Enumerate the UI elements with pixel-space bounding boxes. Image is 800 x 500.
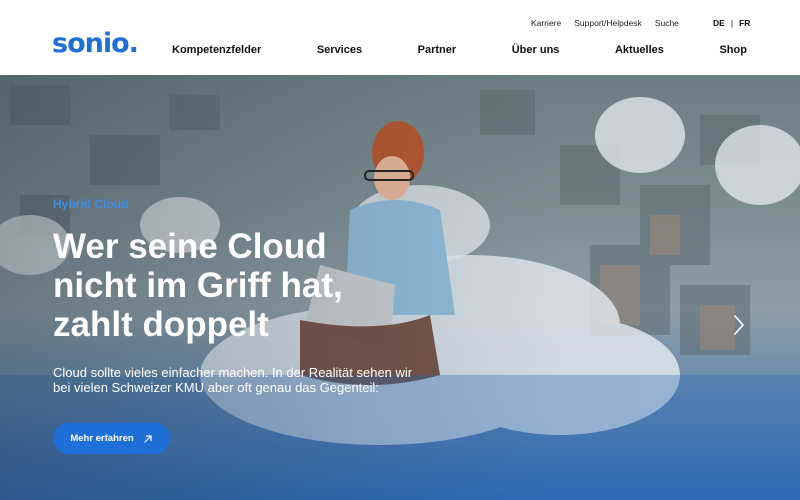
mehr-erfahren-button[interactable]: Mehr erfahren bbox=[53, 423, 170, 454]
hero-banner: Hybrid Cloud Wer seine Cloud nicht im Gr… bbox=[0, 75, 800, 500]
lang-fr[interactable]: FR bbox=[739, 18, 750, 28]
nav-shop[interactable]: Shop bbox=[719, 44, 747, 56]
hero-headline: Wer seine Cloud nicht im Griff hat, zahl… bbox=[53, 227, 413, 344]
sonio-logo[interactable]: sonio. bbox=[52, 28, 139, 59]
hero-eyebrow: Hybrid Cloud bbox=[53, 197, 129, 211]
headline-line-1: Wer seine Cloud bbox=[53, 227, 327, 266]
lang-de[interactable]: DE bbox=[713, 18, 725, 28]
chevron-right-icon[interactable] bbox=[730, 313, 748, 337]
lang-separator: | bbox=[730, 18, 734, 28]
language-switcher: DE | FR bbox=[713, 18, 750, 28]
headline-line-2: nicht im Griff hat, bbox=[53, 266, 343, 305]
cta-label: Mehr erfahren bbox=[70, 433, 134, 444]
util-link-suche[interactable]: Suche bbox=[655, 18, 679, 28]
nav-kompetenzfelder[interactable]: Kompetenzfelder bbox=[172, 44, 261, 56]
nav-partner[interactable]: Partner bbox=[418, 44, 457, 56]
utility-nav: Karriere Support/Helpdesk Suche bbox=[531, 18, 679, 28]
site-header: sonio. Karriere Support/Helpdesk Suche D… bbox=[0, 0, 800, 75]
headline-line-3: zahlt doppelt bbox=[53, 305, 269, 344]
hero-intro: Cloud sollte vieles einfacher machen. In… bbox=[53, 365, 413, 395]
nav-aktuelles[interactable]: Aktuelles bbox=[615, 44, 664, 56]
util-link-support[interactable]: Support/Helpdesk bbox=[574, 18, 642, 28]
nav-services[interactable]: Services bbox=[317, 44, 362, 56]
nav-ueber-uns[interactable]: Über uns bbox=[512, 44, 560, 56]
arrow-up-right-icon bbox=[144, 434, 152, 443]
util-link-karriere[interactable]: Karriere bbox=[531, 18, 561, 28]
main-nav: Kompetenzfelder Services Partner Über un… bbox=[172, 44, 747, 56]
